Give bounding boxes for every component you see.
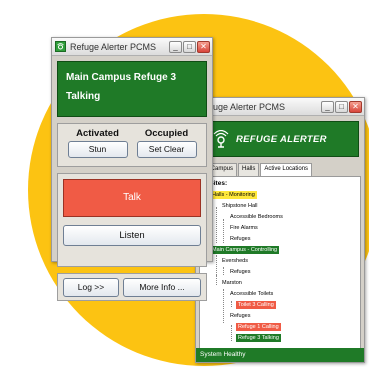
- tree-header: ll Sites:: [204, 180, 228, 187]
- tree-connector: [223, 219, 224, 243]
- activated-label: Activated: [76, 128, 119, 139]
- minimize-button[interactable]: _: [321, 100, 334, 113]
- location-state: Talking: [66, 91, 101, 102]
- close-button[interactable]: ✕: [349, 100, 362, 113]
- window-title: Refuge Alerter PCMS: [199, 101, 286, 112]
- tree-node[interactable]: Refuges: [228, 235, 253, 243]
- tree-node[interactable]: Accessible Bedrooms: [228, 213, 285, 221]
- log-button[interactable]: Log >>: [63, 278, 119, 297]
- site-tree: ll Sites: Halls - Monitoring Shipstone H…: [199, 176, 361, 352]
- tab-active-locations[interactable]: Active Locations: [260, 163, 313, 176]
- maximize-button[interactable]: □: [335, 100, 348, 113]
- tree-node[interactable]: Refuge 3 Talking: [236, 334, 281, 342]
- minimize-button[interactable]: _: [169, 40, 182, 53]
- tree-node[interactable]: Main Campus - Controlling: [210, 246, 280, 254]
- tree-node[interactable]: Halls - Monitoring: [210, 191, 257, 199]
- refuge-alerter-window: Refuge Alerter PCMS _ □ ✕ REFUGE ALERTER…: [195, 97, 365, 363]
- talk-button[interactable]: Talk: [63, 179, 201, 217]
- set-clear-button[interactable]: Set Clear: [136, 141, 197, 158]
- tree-node[interactable]: Shipstone Hall: [220, 202, 259, 210]
- tree-connector: [231, 325, 232, 341]
- stun-button[interactable]: Stun: [67, 141, 128, 158]
- location-status-panel: Main Campus Refuge 3 Talking: [57, 61, 207, 117]
- tree-node[interactable]: Fire Alarms: [228, 224, 260, 232]
- tree-node[interactable]: Eversheds: [220, 257, 250, 265]
- tab-halls[interactable]: Halls: [238, 163, 260, 176]
- activated-column: Activated Stun: [63, 128, 132, 162]
- tree-node[interactable]: Refuge 1 Calling: [236, 323, 281, 331]
- tab-bar: ain Campus Halls Active Locations: [197, 163, 364, 176]
- tree-connector: [223, 267, 224, 275]
- refuge-alerter-main-window: Refuge Alerter PCMS _ □ ✕ Main Campus Re…: [51, 37, 213, 301]
- tree-node[interactable]: Marston: [220, 279, 244, 287]
- occupied-column: Occupied Set Clear: [132, 128, 201, 162]
- status-bar: System Healthy: [196, 348, 364, 362]
- occupied-label: Occupied: [144, 128, 189, 139]
- tree-connector: [231, 301, 232, 307]
- title-bar[interactable]: Refuge Alerter PCMS _ □ ✕: [196, 98, 364, 116]
- title-bar[interactable]: Refuge Alerter PCMS _ □ ✕: [52, 38, 212, 56]
- tree-connector: [216, 207, 217, 243]
- app-icon: [55, 41, 66, 52]
- maximize-button[interactable]: □: [183, 40, 196, 53]
- tree-node[interactable]: Refuges: [228, 312, 253, 320]
- audio-group: Talk Listen: [57, 173, 207, 267]
- tree-connector: [223, 289, 224, 323]
- refuge-alerter-logo-icon: [213, 130, 229, 148]
- window-title: Refuge Alerter PCMS: [70, 41, 157, 52]
- close-button[interactable]: ✕: [197, 40, 210, 53]
- tree-node[interactable]: Toilet 3 Calling: [236, 301, 276, 309]
- listen-button[interactable]: Listen: [63, 225, 201, 246]
- state-group: Activated Stun Occupied Set Clear: [57, 123, 207, 167]
- tree-node[interactable]: Accessible Toilets: [228, 290, 275, 298]
- more-info-button[interactable]: More Info ...: [123, 278, 201, 297]
- location-name: Main Campus Refuge 3: [66, 72, 177, 83]
- footer-group: Log >> More Info ...: [57, 273, 207, 301]
- banner-title: REFUGE ALERTER: [236, 133, 327, 145]
- tree-connector: [216, 255, 217, 275]
- tree-node[interactable]: Refuges: [228, 268, 253, 276]
- brand-banner: REFUGE ALERTER: [201, 121, 359, 157]
- tree-connector: [216, 275, 217, 285]
